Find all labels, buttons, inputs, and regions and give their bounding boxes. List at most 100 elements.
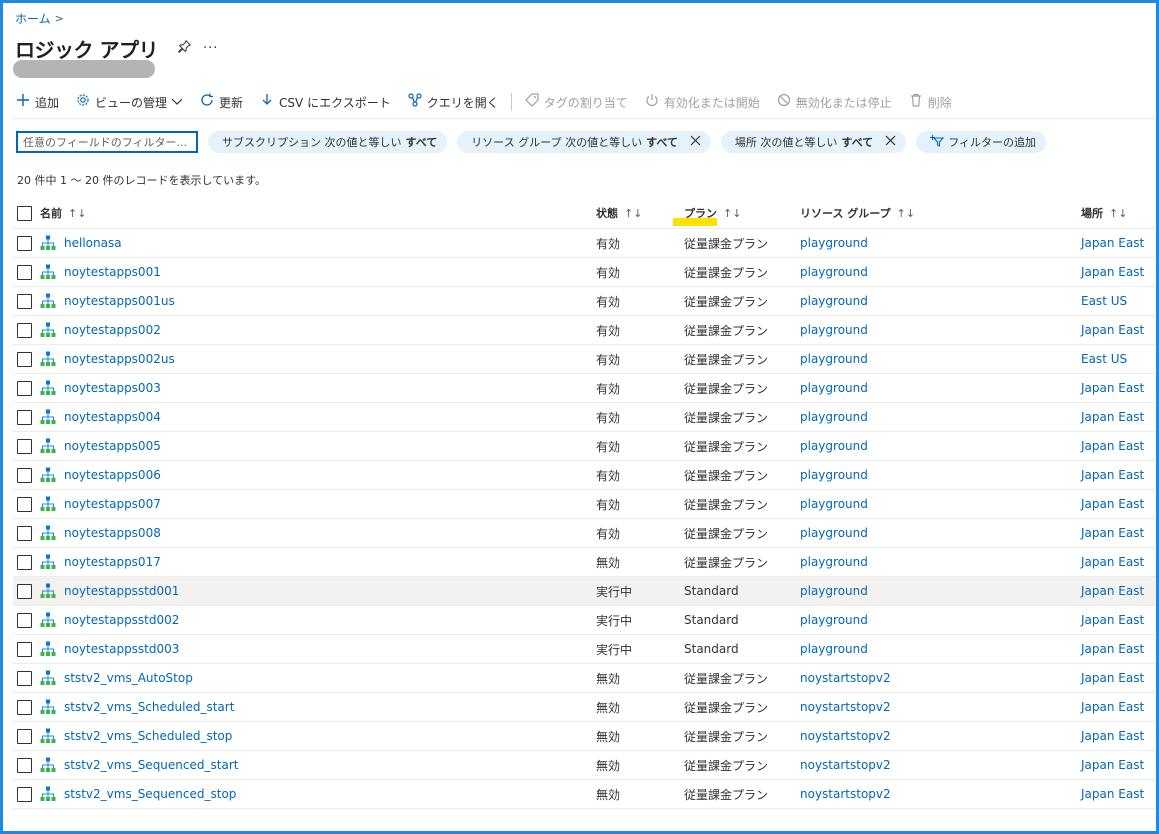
- row-checkbox[interactable]: [17, 641, 32, 657]
- row-checkbox[interactable]: [17, 786, 32, 802]
- export-csv-button[interactable]: CSV にエクスポート: [259, 93, 391, 111]
- location-link[interactable]: Japan East: [1081, 700, 1144, 714]
- row-checkbox[interactable]: [17, 699, 32, 715]
- location-link[interactable]: Japan East: [1081, 555, 1144, 569]
- table-row[interactable]: ststv2_vms_Sequenced_start 無効 従量課金プラン no…: [13, 751, 1156, 780]
- resource-group-link[interactable]: playground: [800, 497, 868, 511]
- table-row[interactable]: ststv2_vms_Sequenced_stop 無効 従量課金プラン noy…: [13, 780, 1156, 809]
- row-checkbox[interactable]: [17, 467, 32, 483]
- resource-group-link[interactable]: playground: [800, 526, 868, 540]
- app-name-link[interactable]: noytestapps006: [64, 468, 161, 482]
- enable-button[interactable]: 有効化または開始: [644, 93, 760, 111]
- location-link[interactable]: Japan East: [1081, 381, 1144, 395]
- close-icon[interactable]: [885, 135, 896, 150]
- resource-group-link[interactable]: playground: [800, 468, 868, 482]
- app-name-link[interactable]: noytestappsstd001: [64, 584, 179, 598]
- filter-search-input[interactable]: [16, 131, 198, 153]
- close-icon[interactable]: [690, 135, 701, 150]
- app-name-link[interactable]: noytestapps003: [64, 381, 161, 395]
- row-checkbox[interactable]: [17, 583, 32, 599]
- more-options-icon[interactable]: ···: [203, 41, 218, 56]
- app-name-link[interactable]: ststv2_vms_Sequenced_start: [64, 758, 238, 772]
- resource-group-link[interactable]: noystartstopv2: [800, 787, 891, 801]
- column-header-plan[interactable]: プラン ↑↓: [684, 198, 741, 228]
- assign-tags-button[interactable]: タグの割り当て: [524, 93, 628, 111]
- location-link[interactable]: Japan East: [1081, 236, 1144, 250]
- table-row[interactable]: noytestapps002 有効 従量課金プラン playground Jap…: [13, 316, 1156, 345]
- app-name-link[interactable]: ststv2_vms_Scheduled_stop: [64, 729, 232, 743]
- app-name-link[interactable]: noytestapps008: [64, 526, 161, 540]
- row-checkbox[interactable]: [17, 293, 32, 309]
- location-link[interactable]: East US: [1081, 294, 1127, 308]
- location-link[interactable]: Japan East: [1081, 729, 1144, 743]
- app-name-link[interactable]: noytestapps017: [64, 555, 161, 569]
- app-name-link[interactable]: noytestapps007: [64, 497, 161, 511]
- pin-icon[interactable]: [178, 39, 191, 57]
- refresh-button[interactable]: 更新: [199, 93, 243, 111]
- table-row[interactable]: noytestapps001us 有効 従量課金プラン playground E…: [13, 287, 1156, 316]
- resource-group-link[interactable]: noystartstopv2: [800, 729, 891, 743]
- row-checkbox[interactable]: [17, 351, 32, 367]
- row-checkbox[interactable]: [17, 235, 32, 251]
- app-name-link[interactable]: noytestapps001us: [64, 294, 175, 308]
- location-link[interactable]: East US: [1081, 352, 1127, 366]
- table-row[interactable]: ststv2_vms_Scheduled_stop 無効 従量課金プラン noy…: [13, 722, 1156, 751]
- table-row[interactable]: noytestapps008 有効 従量課金プラン playground Jap…: [13, 519, 1156, 548]
- location-link[interactable]: Japan East: [1081, 787, 1144, 801]
- location-link[interactable]: Japan East: [1081, 671, 1144, 685]
- resource-group-link[interactable]: noystartstopv2: [800, 758, 891, 772]
- resource-group-link[interactable]: playground: [800, 236, 868, 250]
- open-query-button[interactable]: クエリを開く: [407, 93, 499, 111]
- location-link[interactable]: Japan East: [1081, 439, 1144, 453]
- location-link[interactable]: Japan East: [1081, 497, 1144, 511]
- column-header-name[interactable]: 名前 ↑↓: [40, 198, 86, 228]
- app-name-link[interactable]: noytestappsstd003: [64, 642, 179, 656]
- sort-icon[interactable]: ↑↓: [723, 207, 741, 220]
- breadcrumb-home[interactable]: ホーム: [15, 10, 51, 27]
- disable-button[interactable]: 無効化または停止: [776, 93, 892, 111]
- manage-view-button[interactable]: ビューの管理: [75, 93, 183, 111]
- select-all-checkbox[interactable]: [17, 205, 32, 221]
- row-checkbox[interactable]: [17, 438, 32, 454]
- location-link[interactable]: Japan East: [1081, 526, 1144, 540]
- resource-group-link[interactable]: noystartstopv2: [800, 700, 891, 714]
- app-name-link[interactable]: noytestapps002us: [64, 352, 175, 366]
- resource-group-link[interactable]: playground: [800, 265, 868, 279]
- location-link[interactable]: Japan East: [1081, 758, 1144, 772]
- table-row[interactable]: noytestapps007 有効 従量課金プラン playground Jap…: [13, 490, 1156, 519]
- location-link[interactable]: Japan East: [1081, 613, 1144, 627]
- resource-group-link[interactable]: playground: [800, 642, 868, 656]
- table-row[interactable]: ststv2_vms_AutoStop 無効 従量課金プラン noystarts…: [13, 664, 1156, 693]
- row-checkbox[interactable]: [17, 322, 32, 338]
- location-link[interactable]: Japan East: [1081, 323, 1144, 337]
- location-link[interactable]: Japan East: [1081, 468, 1144, 482]
- column-header-resource-group[interactable]: リソース グループ ↑↓: [800, 198, 915, 228]
- table-row[interactable]: noytestappsstd001 実行中 Standard playgroun…: [13, 577, 1156, 606]
- location-link[interactable]: Japan East: [1081, 642, 1144, 656]
- filter-pill-location[interactable]: 場所 次の値と等しい すべて: [720, 131, 907, 153]
- resource-group-link[interactable]: playground: [800, 613, 868, 627]
- delete-button[interactable]: 削除: [908, 93, 952, 111]
- row-checkbox[interactable]: [17, 496, 32, 512]
- sort-icon[interactable]: ↑↓: [624, 207, 642, 220]
- location-link[interactable]: Japan East: [1081, 265, 1144, 279]
- row-checkbox[interactable]: [17, 554, 32, 570]
- sort-icon[interactable]: ↑↓: [68, 207, 86, 220]
- table-row[interactable]: ststv2_vms_Scheduled_start 無効 従量課金プラン no…: [13, 693, 1156, 722]
- app-name-link[interactable]: ststv2_vms_Sequenced_stop: [64, 787, 236, 801]
- table-row[interactable]: noytestapps017 無効 従量課金プラン playground Jap…: [13, 548, 1156, 577]
- row-checkbox[interactable]: [17, 264, 32, 280]
- row-checkbox[interactable]: [17, 525, 32, 541]
- table-row[interactable]: noytestapps006 有効 従量課金プラン playground Jap…: [13, 461, 1156, 490]
- add-filter-button[interactable]: フィルターの追加: [916, 131, 1046, 153]
- resource-group-link[interactable]: playground: [800, 323, 868, 337]
- sort-icon[interactable]: ↑↓: [1109, 207, 1127, 220]
- table-row[interactable]: noytestapps001 有効 従量課金プラン playground Jap…: [13, 258, 1156, 287]
- location-link[interactable]: Japan East: [1081, 410, 1144, 424]
- row-checkbox[interactable]: [17, 670, 32, 686]
- sort-icon[interactable]: ↑↓: [897, 207, 915, 220]
- app-name-link[interactable]: ststv2_vms_AutoStop: [64, 671, 193, 685]
- resource-group-link[interactable]: playground: [800, 294, 868, 308]
- row-checkbox[interactable]: [17, 409, 32, 425]
- resource-group-link[interactable]: playground: [800, 352, 868, 366]
